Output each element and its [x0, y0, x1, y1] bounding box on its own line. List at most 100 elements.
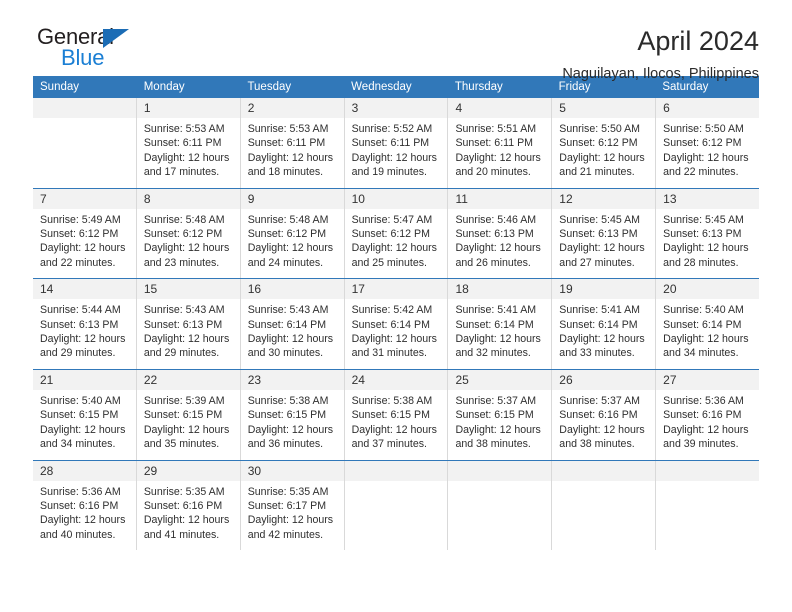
- sunrise-text: Sunrise: 5:51 AM: [455, 123, 537, 135]
- calendar-day-cell[interactable]: 11 Sunrise: 5:46 AM Sunset: 6:13 PM Dayligh…: [448, 188, 553, 279]
- daylight-text-line2: and 40 minutes.: [40, 528, 116, 541]
- day-details: Sunrise: 5:43 AM Sunset: 6:14 PM Daylight:…: [241, 299, 344, 369]
- day-details: Sunrise: 5:36 AM Sunset: 6:16 PM Daylight:…: [33, 481, 136, 551]
- daylight-text-line1: Daylight: 12 hours: [247, 514, 334, 527]
- sunrise-text: Sunrise: 5:45 AM: [663, 213, 744, 226]
- daylight-text-line1: Daylight: 12 hours: [143, 514, 230, 527]
- day-details: Sunrise: 5:51 AM Sunset: 6:11 PM Daylight:…: [448, 118, 551, 188]
- sunrise-text: Sunrise: 5:35 AM: [247, 485, 329, 498]
- calendar-day-cell[interactable]: 6 Sunrise: 5:50 AM Sunset: 6:12 PM Daylight…: [656, 98, 760, 188]
- sunset-text: Sunset: 6:13 PM: [455, 228, 534, 241]
- calendar-day-cell[interactable]: 10 Sunrise: 5:47 AM Sunset: 6:12 PM Dayligh…: [344, 188, 449, 279]
- day-details: Sunrise: 5:45 AM Sunset: 6:13 PM Daylight:…: [552, 209, 655, 279]
- calendar-day-cell[interactable]: 27 Sunrise: 5:36 AM Sunset: 6:16 PM Dayligh…: [656, 369, 760, 460]
- calendar-day-cell[interactable]: 8 Sunrise: 5:48 AM Sunset: 6:12 PM Daylight…: [136, 188, 241, 279]
- day-number: 6: [656, 98, 760, 118]
- sunrise-text: Sunrise: 5:37 AM: [559, 394, 640, 407]
- daylight-text-line2: and 22 minutes.: [663, 166, 739, 179]
- day-details: Sunrise: 5:48 AM Sunset: 6:12 PM Daylight:…: [137, 209, 240, 279]
- daylight-text-line1: Daylight: 12 hours: [351, 242, 437, 255]
- day-details: Sunrise: 5:40 AM Sunset: 6:14 PM Daylight:…: [656, 299, 759, 369]
- sunrise-text: Sunrise: 5:52 AM: [351, 123, 433, 135]
- calendar-day-cell[interactable]: 18 Sunrise: 5:41 AM Sunset: 6:14 PM Dayligh…: [448, 279, 553, 369]
- day-details: Sunrise: 5:47 AM Sunset: 6:12 PM Daylight:…: [345, 209, 448, 279]
- day-details: Sunrise: 5:53 AM Sunset: 6:11 PM Daylight:…: [241, 118, 344, 188]
- day-details: [448, 481, 551, 549]
- daylight-text-line1: Daylight: 12 hours: [143, 242, 230, 255]
- calendar-day-cell[interactable]: 28 Sunrise: 5:36 AM Sunset: 6:16 PM Dayligh…: [33, 460, 137, 551]
- calendar-day-cell[interactable]: 13 Sunrise: 5:45 AM Sunset: 6:13 PM Dayligh…: [656, 188, 760, 279]
- sunrise-text: Sunrise: 5:38 AM: [247, 394, 329, 407]
- daylight-text-line1: Daylight: 12 hours: [40, 333, 126, 346]
- daylight-text-line2: and 33 minutes.: [559, 347, 635, 360]
- sunrise-text: Sunrise: 5:41 AM: [455, 304, 537, 317]
- day-number: 9: [240, 188, 344, 209]
- calendar-day-cell[interactable]: 26 Sunrise: 5:37 AM Sunset: 6:16 PM Dayligh…: [552, 369, 657, 460]
- daylight-text-line1: Daylight: 12 hours: [351, 423, 437, 436]
- calendar-day-cell[interactable]: 15 Sunrise: 5:43 AM Sunset: 6:13 PM Dayligh…: [136, 279, 241, 369]
- calendar-day-cell[interactable]: 16 Sunrise: 5:43 AM Sunset: 6:14 PM Dayligh…: [240, 279, 345, 369]
- day-details: Sunrise: 5:38 AM Sunset: 6:15 PM Daylight:…: [241, 390, 344, 460]
- calendar-day-cell[interactable]: 21 Sunrise: 5:40 AM Sunset: 6:15 PM Dayligh…: [33, 369, 137, 460]
- calendar-day-cell[interactable]: 29 Sunrise: 5:35 AM Sunset: 6:16 PM Dayligh…: [136, 460, 241, 551]
- calendar-day-cell[interactable]: 14 Sunrise: 5:44 AM Sunset: 6:13 PM Dayligh…: [33, 279, 137, 369]
- sunset-text: Sunset: 6:12 PM: [351, 228, 430, 241]
- daylight-text-line1: Daylight: 12 hours: [455, 151, 541, 164]
- daylight-text-line2: and 24 minutes.: [247, 256, 324, 269]
- daylight-text-line1: Daylight: 12 hours: [40, 514, 126, 527]
- daylight-text-line1: Daylight: 12 hours: [143, 423, 230, 436]
- day-details: Sunrise: 5:44 AM Sunset: 6:13 PM Daylight:…: [33, 299, 136, 369]
- calendar-day-cell[interactable]: 5 Sunrise: 5:50 AM Sunset: 6:12 PM Daylight…: [552, 98, 657, 188]
- day-number: 27: [656, 369, 760, 390]
- calendar-weeks: 1 Sunrise: 5:53 AM Sunset: 6:11 PM Daylight…: [33, 98, 760, 551]
- calendar-day-cell[interactable]: 3 Sunrise: 5:52 AM Sunset: 6:11 PM Daylight…: [344, 98, 449, 188]
- calendar-day-cell[interactable]: 30 Sunrise: 5:35 AM Sunset: 6:17 PM Dayligh…: [240, 460, 345, 551]
- calendar-day-cell[interactable]: 20 Sunrise: 5:40 AM Sunset: 6:14 PM Dayligh…: [656, 279, 760, 369]
- calendar-page: General Blue April 2024 Naguilayan, Iloc…: [0, 0, 792, 612]
- weekday-header-tuesday: Tuesday: [247, 81, 292, 93]
- daylight-text-line2: and 29 minutes.: [40, 347, 116, 360]
- calendar-day-cell[interactable]: 23 Sunrise: 5:38 AM Sunset: 6:15 PM Dayligh…: [240, 369, 345, 460]
- day-details: Sunrise: 5:46 AM Sunset: 6:13 PM Daylight:…: [448, 209, 551, 279]
- calendar-day-cell[interactable]: 7 Sunrise: 5:49 AM Sunset: 6:12 PM Daylight…: [33, 188, 137, 279]
- day-number: 21: [33, 369, 136, 390]
- calendar-day-cell[interactable]: 22 Sunrise: 5:39 AM Sunset: 6:15 PM Dayligh…: [136, 369, 241, 460]
- calendar-week-row: 14 Sunrise: 5:44 AM Sunset: 6:13 PM Dayligh…: [33, 278, 760, 369]
- calendar-day-cell[interactable]: 4 Sunrise: 5:51 AM Sunset: 6:11 PM Daylight…: [448, 98, 553, 188]
- sunrise-text: Sunrise: 5:35 AM: [143, 485, 225, 498]
- daylight-text-line1: Daylight: 12 hours: [663, 333, 749, 346]
- sunset-text: Sunset: 6:14 PM: [663, 318, 742, 331]
- sunrise-text: Sunrise: 5:48 AM: [143, 213, 225, 226]
- calendar-day-cell[interactable]: 19 Sunrise: 5:41 AM Sunset: 6:14 PM Dayligh…: [552, 279, 657, 369]
- calendar-day-cell[interactable]: 25 Sunrise: 5:37 AM Sunset: 6:15 PM Dayligh…: [448, 369, 553, 460]
- calendar-day-cell[interactable]: 24 Sunrise: 5:38 AM Sunset: 6:15 PM Dayligh…: [344, 369, 449, 460]
- calendar-day-cell[interactable]: 1 Sunrise: 5:53 AM Sunset: 6:11 PM Daylight…: [136, 98, 241, 188]
- sunset-text: Sunset: 6:11 PM: [351, 137, 430, 150]
- daylight-text-line2: and 26 minutes.: [455, 256, 531, 269]
- calendar-day-cell[interactable]: 12 Sunrise: 5:45 AM Sunset: 6:13 PM Dayligh…: [552, 188, 657, 279]
- sunset-text: Sunset: 6:12 PM: [559, 137, 638, 150]
- calendar-day-cell[interactable]: 2 Sunrise: 5:53 AM Sunset: 6:11 PM Daylight…: [240, 98, 345, 188]
- day-number: [344, 460, 448, 481]
- daylight-text-line1: Daylight: 12 hours: [247, 423, 334, 436]
- sunrise-text: Sunrise: 5:38 AM: [351, 394, 433, 407]
- sunrise-text: Sunrise: 5:42 AM: [351, 304, 433, 317]
- sunset-text: Sunset: 6:13 PM: [559, 228, 638, 241]
- daylight-text-line2: and 22 minutes.: [40, 256, 116, 269]
- daylight-text-line1: Daylight: 12 hours: [351, 151, 437, 164]
- calendar-day-cell[interactable]: 9 Sunrise: 5:48 AM Sunset: 6:12 PM Daylight…: [240, 188, 345, 279]
- sunrise-text: Sunrise: 5:47 AM: [351, 213, 433, 226]
- sunset-text: Sunset: 6:15 PM: [247, 409, 327, 422]
- day-number: 18: [448, 279, 552, 300]
- sunset-text: Sunset: 6:12 PM: [247, 228, 327, 241]
- day-details: Sunrise: 5:39 AM Sunset: 6:15 PM Daylight:…: [137, 390, 240, 460]
- calendar-day-cell[interactable]: 17 Sunrise: 5:42 AM Sunset: 6:14 PM Dayligh…: [344, 279, 449, 369]
- day-number: 10: [344, 188, 448, 209]
- day-number: 22: [136, 369, 240, 390]
- sunrise-text: Sunrise: 5:41 AM: [559, 304, 640, 317]
- generalblue-logo[interactable]: General Blue: [33, 26, 153, 74]
- day-details: Sunrise: 5:53 AM Sunset: 6:11 PM Daylight:…: [137, 118, 240, 188]
- sunset-text: Sunset: 6:14 PM: [351, 318, 430, 331]
- sunset-text: Sunset: 6:13 PM: [663, 228, 742, 241]
- daylight-text-line2: and 23 minutes.: [143, 256, 220, 269]
